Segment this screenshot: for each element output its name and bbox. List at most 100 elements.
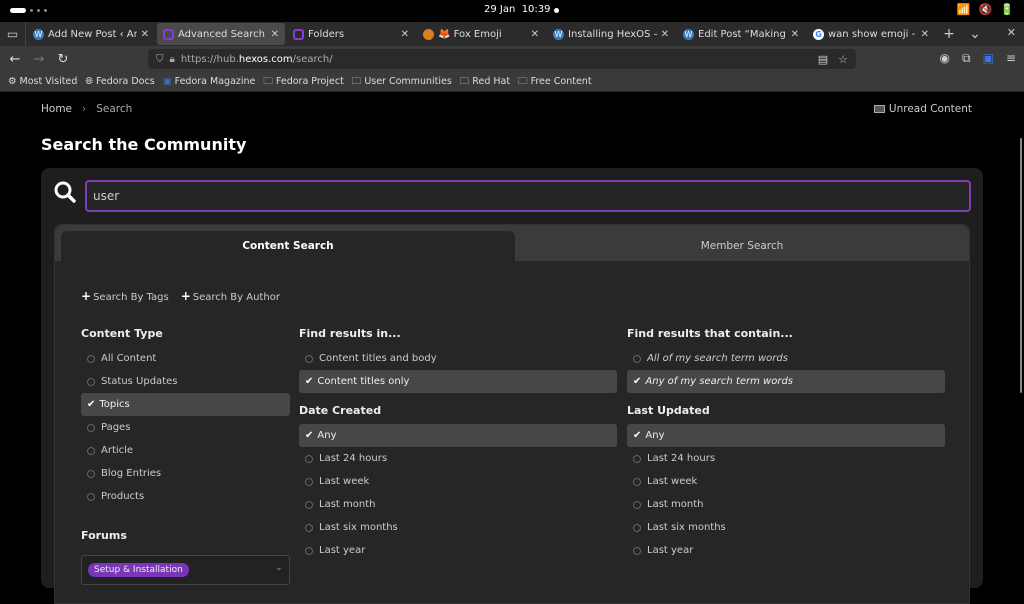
- content-type-option[interactable]: Blog Entries: [81, 462, 290, 485]
- content-type-option[interactable]: ✔ Topics: [81, 393, 290, 416]
- date-created-option[interactable]: Last 24 hours: [299, 447, 617, 470]
- account-icon[interactable]: ◉: [940, 51, 950, 66]
- hexos-icon: [293, 28, 304, 40]
- search-by-author-button[interactable]: + Search By Author: [181, 289, 280, 303]
- option-label: Any: [645, 430, 665, 441]
- date-created-option[interactable]: Last six months: [299, 516, 617, 539]
- tab-content-search[interactable]: Content Search: [61, 231, 515, 261]
- browser-tab[interactable]: Advanced Search - H ✕: [157, 23, 285, 45]
- list-tabs-button[interactable]: ⌄: [962, 26, 988, 42]
- close-tab-icon[interactable]: ✕: [531, 29, 539, 40]
- unread-content-link[interactable]: Unread Content: [873, 103, 972, 115]
- browser-tab[interactable]: W Installing HexOS – An ✕: [547, 23, 675, 45]
- last-updated-option[interactable]: Last year: [627, 539, 945, 562]
- forums-heading: Forums: [81, 529, 127, 542]
- find-in-heading: Find results in...: [299, 327, 401, 340]
- contain-option[interactable]: ✔ Any of my search term words: [627, 370, 945, 393]
- content-type-option[interactable]: All Content: [81, 347, 290, 370]
- page-scrollbar[interactable]: [1020, 138, 1022, 393]
- back-button[interactable]: ←: [3, 52, 27, 67]
- reload-icon: ↻: [57, 51, 69, 67]
- last-updated-option[interactable]: Last month: [627, 493, 945, 516]
- close-tab-icon[interactable]: ✕: [921, 29, 929, 40]
- browser-tab[interactable]: 🦊 Fox Emoji ✕: [417, 23, 545, 45]
- reader-view-icon[interactable]: ▤: [818, 53, 828, 66]
- checkmark-icon: ✔: [633, 376, 642, 387]
- radio-icon: [87, 446, 95, 455]
- search-icon: [54, 181, 76, 203]
- contain-option[interactable]: All of my search term words: [627, 347, 945, 370]
- content-type-option[interactable]: Status Updates: [81, 370, 290, 393]
- bookmark-item[interactable]: 🌐︎ Fedora Docs: [85, 76, 154, 87]
- window-close-button[interactable]: ✕: [1007, 26, 1016, 39]
- new-tab-button[interactable]: +: [936, 26, 962, 42]
- system-tray[interactable]: 📶 🔇 🔋: [957, 3, 1014, 16]
- radio-icon: [305, 500, 313, 509]
- option-label: Blog Entries: [101, 468, 162, 479]
- bookmark-item[interactable]: ▣ Fedora Magazine: [163, 76, 256, 87]
- forward-button[interactable]: →: [27, 52, 51, 67]
- date-created-option[interactable]: ✔ Any: [299, 424, 617, 447]
- content-type-option[interactable]: Products: [81, 485, 290, 508]
- date-created-option[interactable]: Last year: [299, 539, 617, 562]
- browser-tab[interactable]: Folders ✕: [287, 23, 415, 45]
- browser-tab[interactable]: W Add New Post ‹ Anna ✕: [27, 23, 155, 45]
- bookmark-item[interactable]: ⚙ Most Visited: [8, 76, 77, 87]
- close-tab-icon[interactable]: ✕: [141, 29, 149, 40]
- last-updated-option[interactable]: Last six months: [627, 516, 945, 539]
- menu-icon[interactable]: ≡: [1006, 51, 1016, 66]
- browser-tab[interactable]: Gwan show emoji - Go ✕: [807, 23, 935, 45]
- bookmark-item[interactable]: 🗀 Free Content: [518, 74, 591, 90]
- option-label: Any: [317, 430, 337, 441]
- last-updated-option[interactable]: Last week: [627, 470, 945, 493]
- activities-indicator[interactable]: [10, 8, 26, 13]
- unread-content-label: Unread Content: [888, 103, 972, 115]
- breadcrumb-separator: ›: [82, 103, 87, 115]
- search-by-tags-button[interactable]: + Search By Tags: [81, 289, 169, 303]
- plus-icon: +: [180, 289, 191, 303]
- close-tab-icon[interactable]: ✕: [661, 29, 669, 40]
- close-tab-icon[interactable]: ✕: [401, 29, 409, 40]
- last-updated-option[interactable]: ✔ Any: [627, 424, 945, 447]
- option-label: Any of my search term words: [645, 376, 794, 387]
- reload-button[interactable]: ↻: [51, 52, 75, 67]
- tab-member-search[interactable]: Member Search: [515, 231, 969, 261]
- close-tab-icon[interactable]: ✕: [271, 29, 279, 40]
- find-in-option[interactable]: Content titles and body: [299, 347, 617, 370]
- folder-icon: 🗀: [459, 75, 470, 87]
- tab-overview-button[interactable]: ▭: [0, 22, 26, 46]
- breadcrumb-home[interactable]: Home: [41, 103, 72, 115]
- contain-heading: Find results that contain...: [627, 327, 793, 340]
- forums-select[interactable]: Setup & Installation ⌄: [81, 555, 290, 585]
- last-updated-option[interactable]: Last 24 hours: [627, 447, 945, 470]
- content-type-option[interactable]: Article: [81, 439, 290, 462]
- radio-icon: [633, 546, 641, 555]
- bookmark-item[interactable]: 🗀 Fedora Project: [263, 74, 343, 90]
- bookmark-label: Free Content: [530, 76, 592, 87]
- forum-tag[interactable]: Setup & Installation: [88, 563, 189, 577]
- browser-tab[interactable]: W Edit Post “Making my ✕: [677, 23, 805, 45]
- extensions-icon[interactable]: ⧉: [962, 51, 971, 66]
- clock[interactable]: 29 Jan 10:39: [484, 4, 551, 15]
- chevron-down-icon: ⌄: [274, 562, 283, 573]
- bookmark-item[interactable]: 🗀 Red Hat: [460, 74, 510, 90]
- close-tab-icon[interactable]: ✕: [791, 29, 799, 40]
- radio-icon: [87, 423, 95, 432]
- option-label: All of my search term words: [647, 353, 788, 364]
- bitwarden-icon[interactable]: ▣: [983, 51, 994, 66]
- search-input[interactable]: user: [85, 180, 971, 212]
- bookmark-item[interactable]: 🗀 User Communities: [352, 74, 452, 90]
- wordpress-icon: W: [553, 28, 564, 40]
- content-type-option[interactable]: Pages: [81, 416, 290, 439]
- url-bar[interactable]: ⛉ 🔒︎ https://hub.hexos.com/search/ ▤ ☆: [148, 49, 856, 69]
- bookmark-star-icon[interactable]: ☆: [838, 53, 848, 66]
- globe-icon: 🌐︎: [85, 76, 93, 87]
- tab-title: Installing HexOS – An: [568, 28, 657, 40]
- breadcrumb: Home › Search: [41, 103, 132, 115]
- find-in-option[interactable]: ✔ Content titles only: [299, 370, 617, 393]
- folder-icon: 🗀: [351, 75, 362, 87]
- date-created-option[interactable]: Last month: [299, 493, 617, 516]
- option-label: Last week: [319, 476, 370, 487]
- date-created-option[interactable]: Last week: [299, 470, 617, 493]
- option-label: Content titles only: [317, 376, 410, 387]
